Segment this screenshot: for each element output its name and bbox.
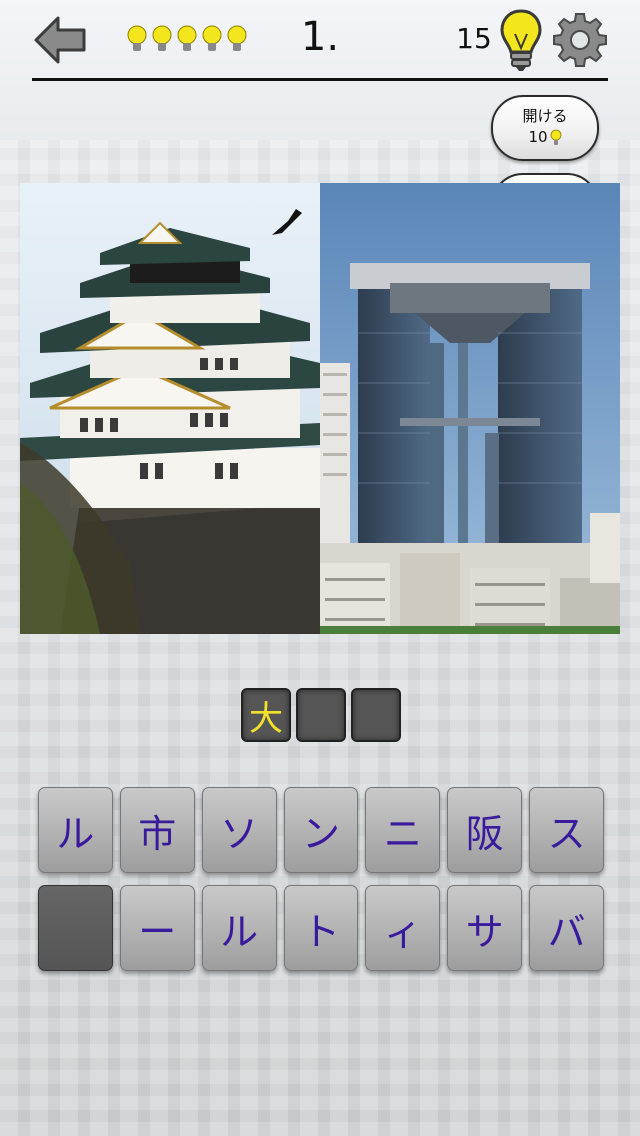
letter-key[interactable]: ト — [283, 885, 359, 971]
letter-key[interactable]: サ — [447, 885, 523, 971]
answer-slot[interactable]: 大 — [241, 688, 291, 742]
reveal-label: 開ける — [522, 107, 568, 125]
used-letter-key — [38, 885, 113, 971]
castle-photo — [20, 183, 320, 634]
answer-slot[interactable] — [296, 688, 346, 742]
top-bar: 1. 15 — [0, 0, 640, 82]
reveal-cost: 10 — [528, 128, 548, 146]
letter-key[interactable]: ィ — [365, 885, 441, 971]
coin-count: 15 — [456, 22, 492, 55]
answer-slots: 大 — [241, 688, 401, 742]
answer-slot[interactable] — [351, 688, 401, 742]
level-title: 1. — [300, 14, 340, 60]
bulb-icon — [550, 129, 561, 145]
letter-key[interactable]: ニ — [365, 787, 441, 873]
header-divider — [32, 78, 608, 81]
back-button[interactable] — [28, 8, 92, 72]
letter-key[interactable]: 市 — [119, 787, 195, 873]
back-arrow-icon — [34, 16, 86, 64]
letter-keyboard-row-1: ル 市 ソ ン ニ 阪 ス — [38, 787, 605, 873]
letter-key[interactable]: ス — [529, 787, 605, 873]
tower-photo — [320, 183, 620, 634]
settings-gear-icon[interactable] — [552, 12, 608, 68]
bulb-icon — [202, 25, 222, 51]
letter-key[interactable]: ン — [283, 787, 359, 873]
bulb-icon — [127, 25, 147, 51]
lightbulb-icon[interactable] — [498, 8, 544, 72]
letter-keyboard-row-2: ー ル ト ィ サ バ — [38, 885, 605, 971]
letter-key[interactable]: ー — [119, 885, 195, 971]
hints-remaining — [126, 24, 248, 56]
bulb-icon — [152, 25, 172, 51]
reveal-letter-button[interactable]: 開ける 10 — [491, 95, 599, 161]
bulb-icon — [177, 25, 197, 51]
letter-key[interactable]: ソ — [201, 787, 277, 873]
bulb-icon — [227, 25, 247, 51]
letter-key[interactable]: ル — [201, 885, 277, 971]
letter-key[interactable]: ル — [38, 787, 113, 873]
letter-key[interactable]: バ — [529, 885, 605, 971]
letter-key[interactable]: 阪 — [447, 787, 523, 873]
